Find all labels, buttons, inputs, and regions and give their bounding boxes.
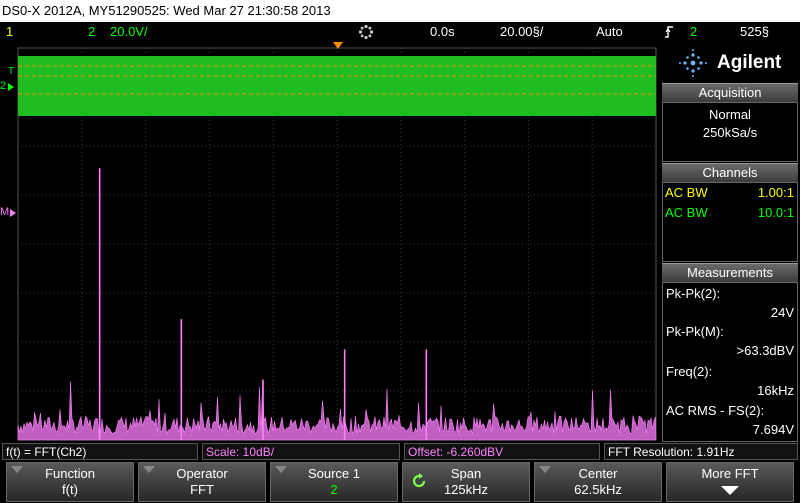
menu-indicator-icon (539, 466, 551, 473)
center-softkey[interactable]: Center 62.5kHz (534, 462, 662, 502)
down-arrow-icon (721, 486, 739, 495)
trigger-marker-label[interactable]: T (8, 66, 14, 77)
ch2-ground-marker[interactable]: 2 (0, 80, 6, 92)
acquisition-box[interactable]: Normal 250kSa/s (662, 102, 798, 162)
math-ground-marker[interactable]: M (0, 206, 9, 218)
fft-offset-readout[interactable]: Offset: -6.260dBV (404, 443, 600, 460)
math-info-bar: f(t) = FFT(Ch2) Scale: 10dB/ Offset: -6.… (0, 442, 800, 461)
measurement-4-value: 7.694V (752, 422, 794, 437)
side-panel: Agilent Acquisition Normal 250kSa/s Chan… (660, 42, 800, 442)
softkey-value: f(t) (62, 482, 78, 497)
math-function-readout: f(t) = FFT(Ch2) (2, 443, 198, 460)
softkey-value: FFT (190, 482, 214, 497)
source-softkey[interactable]: Source 1 2 (270, 462, 398, 502)
channels-header[interactable]: Channels (662, 163, 798, 182)
softkey-label: Source 1 (307, 466, 361, 481)
more-fft-softkey[interactable]: More FFT (666, 462, 794, 502)
softkey-value: 62.5kHz (574, 482, 622, 497)
menu-indicator-icon (11, 466, 23, 473)
measurement-4-label: AC RMS - FS(2): (666, 403, 765, 418)
acquisition-mode: Normal (709, 107, 751, 122)
brand-logo: Agilent (662, 44, 798, 80)
trigger-source: 2 (690, 24, 698, 39)
softkey-label: Center (578, 466, 618, 481)
delay-readout: 0.0s (430, 24, 455, 39)
measurements-header[interactable]: Measurements (662, 263, 798, 282)
rotate-knob-icon (412, 473, 426, 488)
softkey-label: More FFT (701, 466, 759, 481)
softkey-label: Function (45, 466, 95, 481)
ch1-coupling: AC BW (665, 185, 708, 200)
fft-scale-readout[interactable]: Scale: 10dB/ (202, 443, 400, 460)
ch2-marker-arrow (8, 83, 14, 91)
waveform-grid[interactable]: T 2 M (0, 42, 660, 442)
timebase-readout: 20.00§/ (500, 24, 544, 39)
softkey-label: Operator (176, 466, 228, 481)
measurement-2-value: >63.3dBV (736, 343, 794, 358)
function-softkey[interactable]: Function f(t) (6, 462, 134, 502)
ch2-indicator[interactable]: 2 (88, 22, 95, 42)
menu-indicator-icon (143, 466, 155, 473)
ch1-probe: 1.00:1 (757, 185, 794, 200)
channels-box[interactable]: AC BW 1.00:1 AC BW 10.0:1 (662, 182, 798, 262)
span-softkey[interactable]: Span 125kHz (402, 462, 530, 502)
measurement-1-value: 24V (770, 305, 794, 320)
trigger-level: 525§ (740, 24, 769, 39)
ch2-coupling: AC BW (665, 205, 708, 220)
ch2-waveform (18, 56, 656, 116)
menu-indicator-icon (275, 466, 287, 473)
measurement-3-value: 16kHz (757, 383, 794, 398)
softkey-value: 2 (330, 482, 338, 497)
scope-display[interactable]: T 2 M (0, 42, 660, 442)
operator-softkey[interactable]: Operator FFT (138, 462, 266, 502)
fft-resolution-readout: FFT Resolution: 1.91Hz (604, 443, 798, 460)
status-bar: 1 2 20.0V/ 0.0s 20.00§/ Auto 2 525§ (0, 22, 800, 42)
ch1-indicator[interactable]: 1 (6, 22, 13, 42)
math-marker-arrow (10, 209, 16, 217)
title-bar: DS0-X 2012A, MY51290525: Wed Mar 27 21:3… (0, 0, 800, 22)
measurement-3-label: Freq(2): (666, 364, 713, 379)
softkey-bar: Function f(t) Operator FFT Source 1 2 Sp… (0, 461, 800, 503)
trigger-mode: Auto (596, 24, 623, 39)
brand-name: Agilent (717, 52, 782, 73)
sample-rate: 250kSa/s (702, 125, 758, 140)
measurement-1-label: Pk-Pk(2): (666, 286, 721, 301)
agilent-spark-icon (679, 49, 707, 77)
measurement-2-label: Pk-Pk(M): (666, 324, 724, 339)
measurements-box[interactable]: Pk-Pk(2): 24V Pk-Pk(M): >63.3dBV Freq(2)… (662, 282, 798, 442)
scope-title: DS0-X 2012A, MY51290525: Wed Mar 27 21:3… (2, 3, 331, 18)
ch2-probe: 10.0:1 (757, 205, 794, 220)
ch2-scale: 20.0V/ (110, 24, 148, 39)
acquisition-header[interactable]: Acquisition (662, 83, 798, 102)
